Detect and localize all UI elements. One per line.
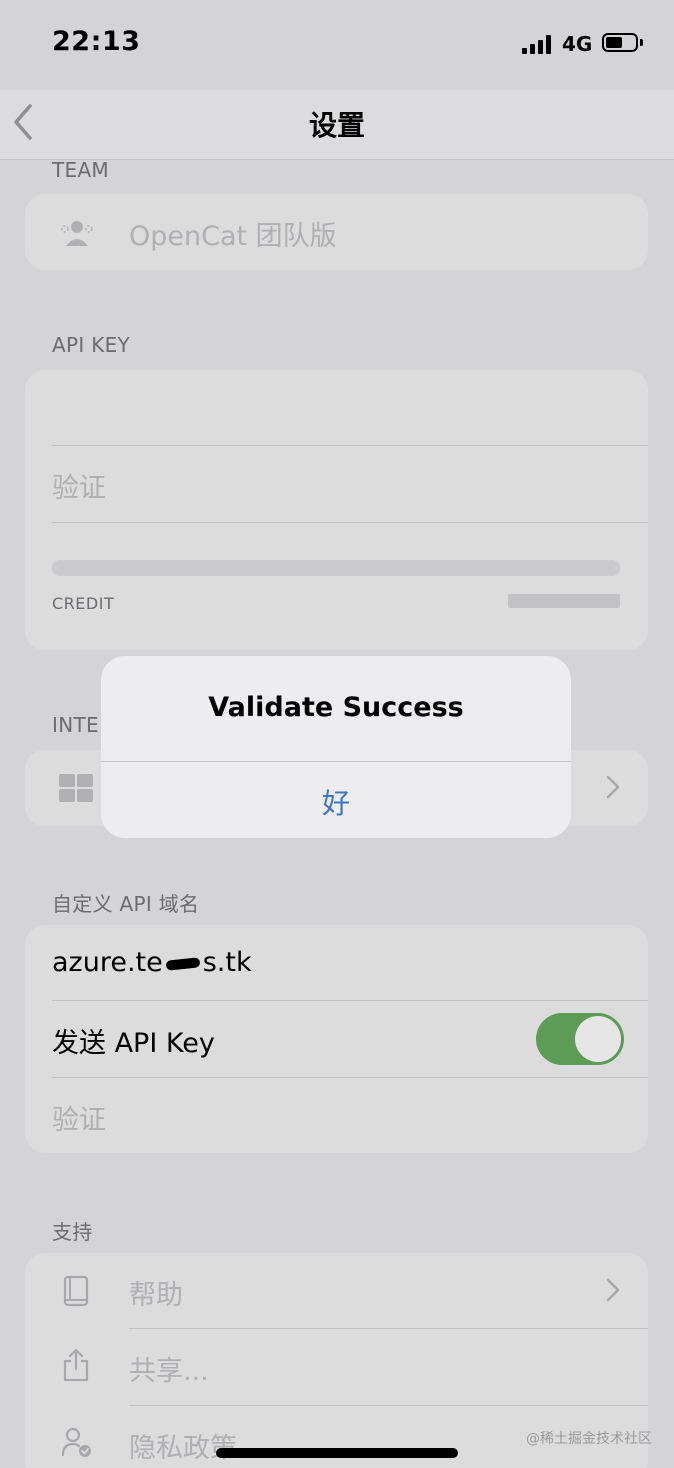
domain-value-tail: s.tk bbox=[202, 947, 252, 978]
redaction-mark bbox=[165, 956, 201, 971]
send-api-key-label: 发送 API Key bbox=[52, 1028, 215, 1059]
credit-progress-bar bbox=[52, 560, 620, 576]
chevron-right-icon bbox=[606, 1278, 620, 1302]
domain-value: azure.te s.tk bbox=[52, 947, 252, 978]
section-header-team: TEAM bbox=[52, 158, 109, 182]
support-item-label: 共享... bbox=[129, 1356, 209, 1387]
credit-value-redacted bbox=[508, 594, 620, 608]
domain-field[interactable]: azure.te s.tk bbox=[25, 925, 648, 1001]
section-header-support: 支持 bbox=[52, 1220, 93, 1244]
support-item-help[interactable]: 帮助 bbox=[25, 1253, 648, 1329]
send-api-key-row: 发送 API Key bbox=[25, 1001, 648, 1077]
support-item-label: 隐私政策 bbox=[129, 1433, 237, 1464]
team-icon bbox=[61, 221, 93, 246]
grid-icon bbox=[59, 774, 93, 802]
section-header-integrations: INTE bbox=[52, 713, 99, 737]
api-key-validate-label: 验证 bbox=[52, 473, 106, 504]
credit-label: CREDIT bbox=[52, 594, 115, 613]
section-header-api-key: API KEY bbox=[52, 333, 131, 357]
alert-ok-button[interactable]: 好 bbox=[101, 762, 571, 838]
network-type: 4G bbox=[562, 32, 593, 56]
share-icon bbox=[63, 1348, 89, 1382]
divider bbox=[52, 522, 648, 523]
battery-icon bbox=[602, 33, 638, 52]
section-header-custom-domain: 自定义 API 域名 bbox=[52, 892, 200, 916]
team-label: OpenCat 团队版 bbox=[129, 221, 337, 252]
battery-tip bbox=[640, 39, 643, 46]
book-icon bbox=[63, 1275, 89, 1307]
chevron-right-icon bbox=[606, 775, 620, 799]
nav-bar: 设置 bbox=[0, 90, 674, 160]
watermark: @稀土掘金技术社区 bbox=[526, 1431, 652, 1447]
api-key-card: 验证 CREDIT bbox=[25, 370, 648, 650]
api-key-validate-row[interactable]: 验证 bbox=[25, 446, 648, 522]
home-indicator[interactable] bbox=[216, 1448, 458, 1458]
domain-value-head: azure.te bbox=[52, 947, 163, 978]
domain-validate-label: 验证 bbox=[52, 1105, 106, 1136]
team-card: OpenCat 团队版 bbox=[25, 194, 648, 270]
alert-title: Validate Success bbox=[208, 692, 464, 723]
privacy-icon bbox=[61, 1427, 91, 1457]
page-title: 设置 bbox=[308, 109, 365, 142]
custom-domain-card: azure.te s.tk 发送 API Key 验证 bbox=[25, 925, 648, 1153]
domain-validate-row[interactable]: 验证 bbox=[25, 1078, 648, 1154]
api-key-field[interactable] bbox=[25, 370, 648, 446]
support-item-label: 帮助 bbox=[129, 1280, 183, 1311]
send-api-key-toggle[interactable] bbox=[536, 1013, 624, 1065]
status-time: 22:13 bbox=[52, 26, 141, 57]
signal-icon bbox=[522, 34, 554, 54]
status-bar: 22:13 4G bbox=[0, 0, 674, 90]
toggle-knob bbox=[575, 1016, 621, 1062]
support-item-share[interactable]: 共享... bbox=[25, 1329, 648, 1405]
validate-success-alert: Validate Success 好 bbox=[101, 656, 571, 838]
team-row[interactable]: OpenCat 团队版 bbox=[25, 194, 648, 270]
